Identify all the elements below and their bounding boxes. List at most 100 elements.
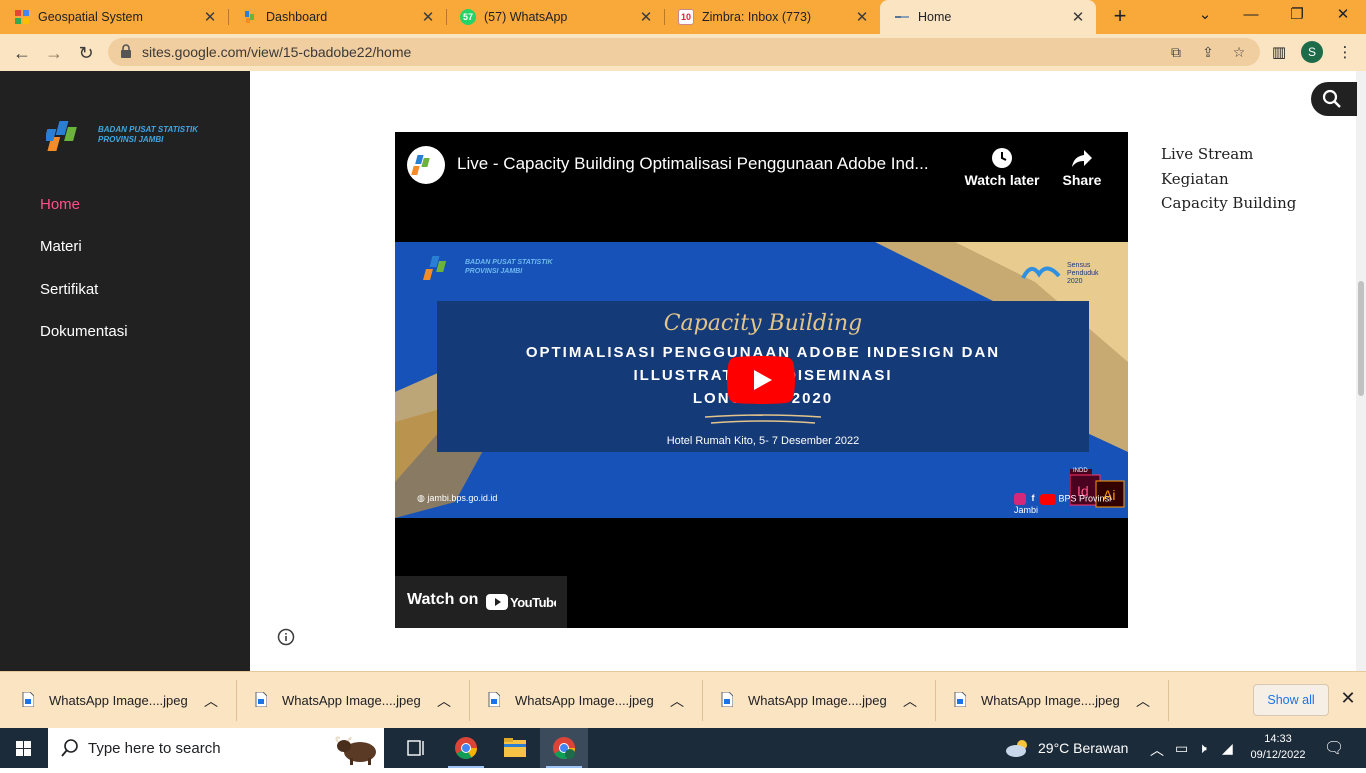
browser-toolbar: ← → ↻ sites.google.com/view/15-cbadobe22… [0,34,1366,71]
download-filename: WhatsApp Image....jpeg [515,693,654,708]
chevron-up-icon[interactable]: ︿ [903,691,917,711]
tab-zimbra[interactable]: 10 Zimbra: Inbox (773) ✕ [664,0,880,34]
download-item[interactable]: WhatsApp Image....jpeg ︿ [0,672,233,729]
task-view-icon [407,740,424,756]
site-search-button[interactable] [1311,82,1357,116]
instagram-icon [1014,493,1026,505]
watch-later-button[interactable]: Watch later [962,144,1042,188]
tab-whatsapp[interactable]: 57 (57) WhatsApp ✕ [446,0,664,34]
translate-icon[interactable]: ⧉ [1166,42,1186,62]
tab-dashboard[interactable]: Dashboard ✕ [228,0,446,34]
back-arrow-icon[interactable]: ← [9,40,35,66]
share-icon[interactable]: ⇪ [1198,42,1218,62]
right-link-list: Live Stream Kegiatan Capacity Building [1161,142,1296,216]
address-bar[interactable]: sites.google.com/view/15-cbadobe22/home … [108,38,1260,66]
close-icon[interactable]: ✕ [638,8,654,26]
yak-illustration-icon [335,736,376,765]
whatsapp-favicon-icon: 57 [460,9,476,25]
notification-icon[interactable]: 🗨 [1324,738,1344,758]
download-separator [1168,680,1169,721]
video-title[interactable]: Live - Capacity Building Optimalisasi Pe… [457,154,957,174]
download-item[interactable]: WhatsApp Image....jpeg ︿ [466,672,699,729]
watch-on-youtube-button[interactable]: Watch on YouTube [395,576,567,628]
youtube-icon [1040,493,1057,505]
scrollbar-thumb[interactable] [1358,281,1364,396]
download-filename: WhatsApp Image....jpeg [282,693,421,708]
file-icon [721,692,733,707]
info-icon[interactable] [277,628,295,646]
close-icon[interactable]: ✕ [420,8,436,26]
close-icon[interactable]: ✕ [1070,8,1086,26]
chevron-up-icon[interactable]: ︿ [204,691,218,711]
link-kegiatan[interactable]: Kegiatan [1161,167,1296,192]
lock-icon[interactable] [120,44,132,58]
file-icon [22,692,34,707]
bookmark-star-icon[interactable]: ☆ [1229,42,1249,62]
restore-button[interactable]: ❐ [1274,0,1320,30]
reload-icon[interactable]: ↻ [73,40,99,66]
taskbar-search-box[interactable]: Type here to search [48,728,384,768]
download-filename: WhatsApp Image....jpeg [49,693,188,708]
play-button-icon[interactable] [727,356,795,404]
page-scrollbar[interactable] [1356,71,1366,671]
tab-title: (57) WhatsApp [484,10,568,24]
forward-arrow-icon[interactable]: → [41,40,67,66]
menu-kebab-icon[interactable]: ⋮ [1334,42,1356,64]
share-button[interactable]: Share [1042,144,1122,188]
tab-title: Geospatial System [38,10,143,24]
download-filename: WhatsApp Image....jpeg [748,693,887,708]
url-text[interactable]: sites.google.com/view/15-cbadobe22/home [142,44,411,60]
close-icon[interactable]: ✕ [202,8,218,26]
download-item[interactable]: WhatsApp Image....jpeg ︿ [699,672,932,729]
download-item[interactable]: WhatsApp Image....jpeg ︿ [233,672,466,729]
close-icon[interactable]: ✕ [1338,688,1358,709]
thumbnail-script-title: Capacity Building [663,311,863,336]
chevron-up-icon[interactable]: ︿ [437,691,451,711]
profile-avatar[interactable]: S [1301,41,1323,63]
taskbar-chrome[interactable] [442,728,490,768]
link-capacity-building[interactable]: Capacity Building [1161,191,1296,216]
side-panel-icon[interactable]: ▥ [1268,42,1290,64]
search-icon [1322,89,1341,108]
chevron-up-icon[interactable]: ︿ [1136,691,1150,711]
weather-cloud-icon[interactable] [1004,737,1032,759]
close-window-button[interactable]: ✕ [1320,0,1366,30]
facebook-icon: f [1031,493,1035,504]
thumbnail-social: f BPS Provinsi Jambi [1014,493,1112,515]
nav-materi[interactable]: Materi [40,238,82,255]
tab-home[interactable]: Home ✕ [880,0,1096,34]
show-all-button[interactable]: Show all [1253,684,1329,716]
tab-geospatial[interactable]: Geospatial System ✕ [0,0,228,34]
channel-avatar[interactable] [407,146,445,184]
nav-sertifikat[interactable]: Sertifikat [40,281,98,298]
bps-logo[interactable]: BADAN PUSAT STATISTIK PROVINSI JAMBI [44,119,206,159]
youtube-wordmark: YouTube [510,595,556,610]
folder-icon [504,738,526,757]
nav-home[interactable]: Home [40,196,80,213]
new-tab-button[interactable]: + [1108,4,1132,28]
wifi-icon[interactable]: ◢ [1222,740,1233,757]
bps-logo-icon [423,256,447,280]
taskbar-chrome-profile[interactable] [540,728,588,768]
taskbar-clock[interactable]: 14:33 09/12/2022 [1246,731,1310,763]
weather-text[interactable]: 29°C Berawan [1038,740,1128,756]
file-icon [255,692,267,707]
indd-label: INDD [1073,468,1088,474]
youtube-embed[interactable]: Live - Capacity Building Optimalisasi Pe… [395,132,1128,628]
chevron-up-icon[interactable]: ︿ [670,691,684,711]
minimize-button[interactable]: — [1228,0,1274,30]
start-button[interactable] [0,728,48,768]
close-icon[interactable]: ✕ [854,8,870,26]
tab-title: Home [918,10,952,24]
battery-icon[interactable]: ▭ [1175,740,1188,757]
chevron-up-icon[interactable]: ︿ [1150,740,1164,760]
nav-dokumentasi[interactable]: Dokumentasi [40,323,128,340]
task-view-button[interactable] [392,728,440,768]
taskbar-file-explorer[interactable] [491,728,539,768]
volume-muted-icon[interactable]: 🕨 [1198,740,1207,757]
link-live-stream[interactable]: Live Stream [1161,142,1296,167]
download-item[interactable]: WhatsApp Image....jpeg ︿ [932,672,1165,729]
tab-search-chevron-icon[interactable]: ⌄ [1182,0,1228,30]
youtube-logo-icon: YouTube [486,594,556,610]
windows-logo-icon [16,741,31,756]
